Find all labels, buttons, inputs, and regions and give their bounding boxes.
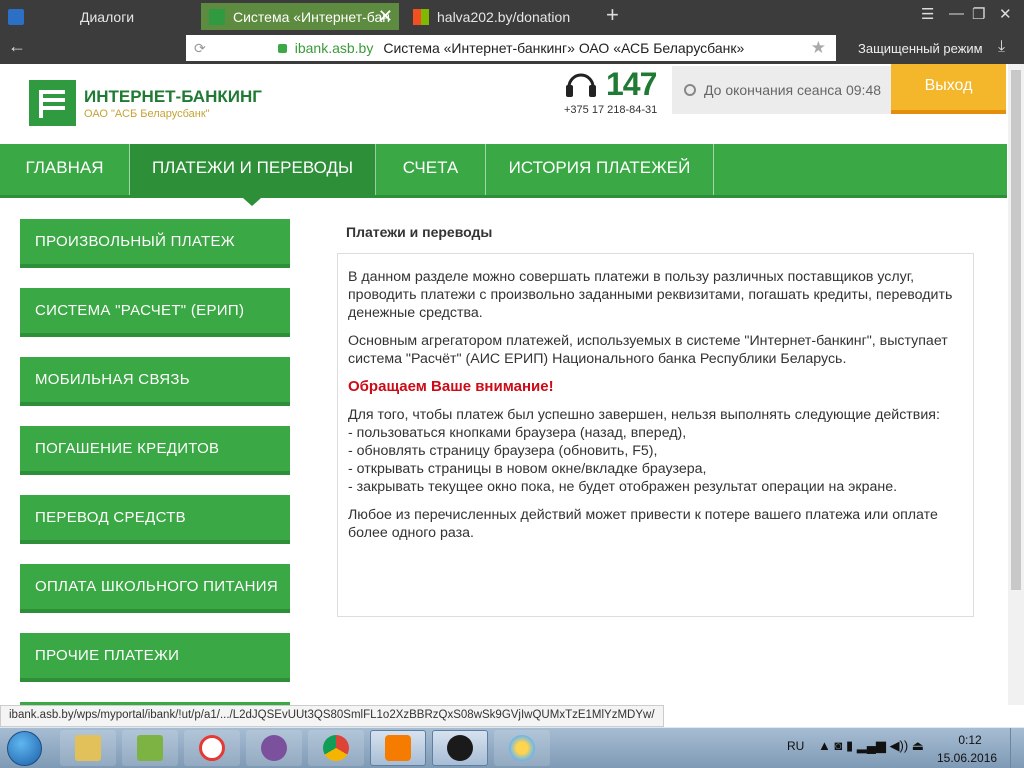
restore-icon[interactable]: ❐ xyxy=(972,5,985,23)
xampp-taskbar-icon[interactable] xyxy=(370,730,426,766)
url-field[interactable]: ⟳ ibank.asb.by Система «Интернет-банкинг… xyxy=(186,35,836,61)
rules-intro: Для того, чтобы платеж был успешно завер… xyxy=(348,407,940,423)
page-scrollbar[interactable] xyxy=(1008,64,1024,705)
bookmark-star-icon[interactable]: ★ xyxy=(811,38,826,58)
scrollbar-thumb[interactable] xyxy=(1011,70,1021,590)
url-host: ibank.asb.by xyxy=(294,40,374,56)
rule-item: - обновлять страницу браузера (обновить,… xyxy=(348,443,658,459)
start-button[interactable] xyxy=(7,731,42,766)
sidebar-item-arbitrary-payment[interactable]: ПРОИЗВОЛЬНЫЙ ПЛАТЕЖ xyxy=(20,219,290,268)
bank-logo-icon[interactable] xyxy=(29,80,76,126)
tab-halva[interactable]: halva202.by/donation xyxy=(405,3,600,30)
status-bar-blank xyxy=(664,705,1024,727)
rule-item: - закрывать текущее окно пока, не будет … xyxy=(348,479,898,495)
windows-taskbar: RU ▲ ◙ ▮ ▂▄▆ ◀)) ⏏ 0:12 15.06.2016 xyxy=(0,727,1024,768)
logo-title[interactable]: ИНТЕРНЕТ-БАНКИНГ xyxy=(84,87,262,107)
full-phone-number: +375 17 218-84-31 xyxy=(564,104,658,116)
site-header: ИНТЕРНЕТ-БАНКИНГ ОАО "АСБ Беларусбанк" 1… xyxy=(0,64,1008,144)
new-tab-icon[interactable]: + xyxy=(606,2,619,28)
session-timer: До окончания сеанса 09:48 xyxy=(672,66,891,114)
viber-taskbar-icon[interactable] xyxy=(246,730,302,766)
rule-item: - пользоваться кнопками браузера (назад,… xyxy=(348,425,687,441)
tab-title: Диалоги xyxy=(80,8,135,25)
window-close-icon[interactable]: ✕ xyxy=(999,5,1012,23)
browser-tab-bar: Диалоги Система «Интернет-бан ✕ halva202… xyxy=(0,0,1024,32)
clock-date[interactable]: 15.06.2016 xyxy=(937,751,997,765)
language-indicator[interactable]: RU xyxy=(787,739,804,753)
short-phone-number: 147 xyxy=(606,66,657,102)
system-tray-icons[interactable]: ▲ ◙ ▮ ▂▄▆ ◀)) ⏏ xyxy=(818,738,924,754)
tab-title: Система «Интернет-бан xyxy=(233,8,391,25)
secure-mode-label[interactable]: Защищенный режим xyxy=(858,41,983,56)
paint-taskbar-icon[interactable] xyxy=(494,730,550,766)
nav-item-payments[interactable]: ПЛАТЕЖИ И ПЕРЕВОДЫ xyxy=(130,144,376,195)
logout-button[interactable]: Выход xyxy=(891,64,1006,114)
tab-internet-banking[interactable]: Система «Интернет-бан ✕ xyxy=(201,3,399,30)
info-panel: В данном разделе можно совершать платежи… xyxy=(337,253,974,617)
aggregator-paragraph: Основным агрегатором платежей, используе… xyxy=(348,333,948,367)
browser-address-bar: ← ⟳ ibank.asb.by Система «Интернет-банки… xyxy=(0,32,1024,64)
status-bar-url: ibank.asb.by/wps/myportal/ibank/!ut/p/a1… xyxy=(0,705,664,727)
rule-item: - открывать страницы в новом окне/вкладк… xyxy=(348,461,707,477)
sidebar-item-mobile[interactable]: МОБИЛЬНАЯ СВЯЗЬ xyxy=(20,357,290,406)
tab-title: halva202.by/donation xyxy=(437,8,571,25)
minimize-icon[interactable]: — xyxy=(949,5,964,22)
url-page-title: Система «Интернет-банкинг» ОАО «АСБ Бела… xyxy=(383,40,745,56)
sidebar-item-other[interactable]: ПРОЧИЕ ПЛАТЕЖИ xyxy=(20,633,290,682)
explorer-taskbar-icon[interactable] xyxy=(60,730,116,766)
sidebar-item-erip[interactable]: СИСТЕМА "РАСЧЕТ" (ЕРИП) xyxy=(20,288,290,337)
sidebar-item-loans[interactable]: ПОГАШЕНИЕ КРЕДИТОВ xyxy=(20,426,290,475)
lock-icon xyxy=(277,43,287,53)
page-viewport: ИНТЕРНЕТ-БАНКИНГ ОАО "АСБ Беларусбанк" 1… xyxy=(0,64,1008,705)
sidebar-item-school-meals[interactable]: ОПЛАТА ШКОЛЬНОГО ПИТАНИЯ xyxy=(20,564,290,613)
warning-paragraph: Любое из перечисленных действий может пр… xyxy=(348,507,938,541)
nav-item-history[interactable]: ИСТОРИЯ ПЛАТЕЖЕЙ xyxy=(486,144,714,195)
menu-icon[interactable]: ☰ xyxy=(921,5,934,23)
windows-logo-icon xyxy=(413,8,429,25)
clock-icon xyxy=(684,84,696,96)
back-arrow-icon[interactable]: ← xyxy=(8,36,26,57)
page-title: Платежи и переводы xyxy=(346,224,493,240)
nav-item-accounts[interactable]: СЧЕТА xyxy=(376,144,486,195)
notepad-taskbar-icon[interactable] xyxy=(122,730,178,766)
main-nav: ГЛАВНАЯ ПЛАТЕЖИ И ПЕРЕВОДЫ СЧЕТА ИСТОРИЯ… xyxy=(0,144,1007,198)
download-icon[interactable]: ⤓ xyxy=(998,38,1005,56)
rules-list: Для того, чтобы платеж был успешно завер… xyxy=(348,406,963,496)
yandex-browser-taskbar-icon[interactable] xyxy=(184,730,240,766)
chat-icon xyxy=(8,8,24,25)
active-nav-indicator xyxy=(243,198,261,206)
clock-time[interactable]: 0:12 xyxy=(945,733,995,747)
session-timer-text: До окончания сеанса 09:48 xyxy=(704,82,882,98)
bank-logo-icon xyxy=(209,8,225,25)
nav-item-main[interactable]: ГЛАВНАЯ xyxy=(0,144,130,195)
show-desktop-button[interactable] xyxy=(1010,728,1024,768)
chrome-taskbar-icon[interactable] xyxy=(308,730,364,766)
close-icon[interactable]: ✕ xyxy=(378,6,393,27)
secure-browser-taskbar-icon[interactable] xyxy=(432,730,488,766)
headset-icon xyxy=(566,73,596,97)
attention-heading: Обращаем Ваше внимание! xyxy=(348,378,554,395)
reload-icon[interactable]: ⟳ xyxy=(194,40,206,57)
intro-paragraph: В данном разделе можно совершать платежи… xyxy=(348,269,953,321)
logo-subtitle: ОАО "АСБ Беларусбанк" xyxy=(84,108,210,120)
sidebar-item-transfer[interactable]: ПЕРЕВОД СРЕДСТВ xyxy=(20,495,290,544)
tab-dialogs[interactable]: Диалоги xyxy=(0,3,200,30)
